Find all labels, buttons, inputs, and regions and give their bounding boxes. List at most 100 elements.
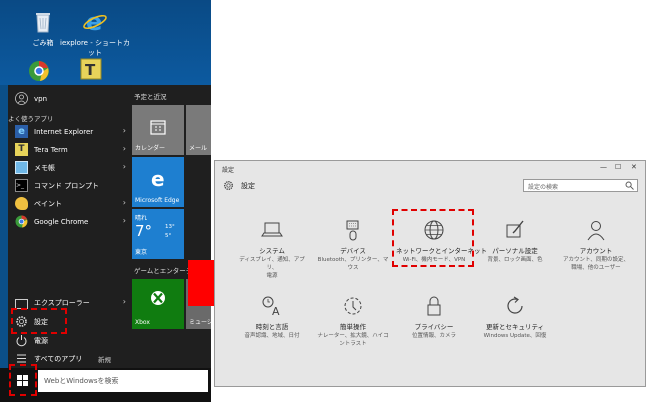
- settings-category-privacy[interactable]: プライバシー 位置情報、カメラ: [396, 295, 472, 340]
- app-label: ペイント: [34, 199, 62, 208]
- user-name: vpn: [34, 94, 48, 103]
- category-description: 背景、ロック画面、色: [477, 256, 553, 264]
- command-prompt-icon: >_: [15, 179, 28, 192]
- app-item-google-chrome[interactable]: Google Chrome ›: [8, 212, 130, 231]
- settings-category-devices[interactable]: デバイス Bluetooth、プリンター、マ ウス: [315, 219, 391, 272]
- settings-search-input[interactable]: 設定の検索: [523, 179, 638, 192]
- gear-icon: [224, 181, 233, 190]
- settings-category-update-security[interactable]: 更新とセキュリティ Windows Update、回復: [477, 295, 553, 340]
- desc-line: ナレーター、拡大鏡、ハイコ: [317, 333, 389, 339]
- category-name: プライバシー: [414, 323, 454, 331]
- minimize-icon[interactable]: —: [600, 163, 607, 171]
- category-name: 更新とセキュリティ: [485, 323, 545, 331]
- desc-line: ントラスト: [339, 341, 367, 347]
- category-description: ナレーター、拡大鏡、ハイコ ントラスト: [315, 332, 391, 348]
- edge-tile[interactable]: e Microsoft Edge: [132, 157, 184, 207]
- category-name: デバイス: [340, 247, 366, 255]
- category-description: ディスプレイ、通知、アプリ、 電源: [234, 256, 310, 280]
- category-description: Windows Update、回復: [477, 332, 553, 340]
- chevron-right-icon[interactable]: ›: [123, 144, 126, 153]
- teraterm-icon: T: [15, 143, 28, 156]
- chrome-icon: [15, 215, 28, 228]
- app-label: メモ帳: [34, 163, 55, 172]
- internet-explorer-icon: e: [15, 125, 28, 138]
- desktop-icon-iexplore-shortcut[interactable]: e iexplore - ショートカット: [58, 8, 132, 58]
- tile-label: カレンダー: [135, 145, 166, 152]
- keyboard-icon: [346, 220, 359, 241]
- desc-line: 音声認識、地域、日付: [244, 333, 300, 339]
- person-icon: [587, 221, 605, 241]
- desc-line: Bluetooth、プリンター、マ: [317, 257, 389, 263]
- app-label: Internet Explorer: [34, 127, 94, 136]
- recycle-bin-icon: [36, 13, 50, 33]
- user-account-item[interactable]: vpn: [8, 89, 130, 108]
- category-description: 位置情報、カメラ: [396, 332, 472, 340]
- settings-category-system[interactable]: システム ディスプレイ、通知、アプリ、 電源: [234, 219, 310, 280]
- teraterm-desktop-icon[interactable]: T: [80, 58, 102, 80]
- chevron-right-icon[interactable]: ›: [123, 297, 126, 306]
- desc-line: ウス: [347, 265, 359, 271]
- chrome-desktop-icon[interactable]: [28, 60, 50, 82]
- chevron-right-icon[interactable]: ›: [123, 216, 126, 225]
- desc-line: アカウント、同期の設定、: [563, 257, 629, 263]
- chevron-right-icon[interactable]: ›: [123, 162, 126, 171]
- start-button-highlight-box: [9, 364, 37, 396]
- chevron-right-icon[interactable]: ›: [123, 198, 126, 207]
- desktop-icon-label: iexplore - ショートカット: [60, 39, 130, 57]
- category-name: 簡単操作: [340, 323, 366, 331]
- weather-condition: 晴れ: [135, 215, 148, 222]
- tile-label: メール: [189, 145, 208, 152]
- tiles-group-header: 予定と近況: [134, 93, 167, 101]
- app-label: Google Chrome: [34, 217, 89, 226]
- settings-category-time-language[interactable]: A 時刻と言語 音声認識、地域、日付: [234, 295, 310, 340]
- category-description: アカウント、同期の設定、 職場、他のユーザー: [558, 256, 634, 272]
- weather-tile[interactable]: 晴れ 7° 13° 5° 東京: [132, 209, 184, 259]
- app-item-internet-explorer[interactable]: e Internet Explorer ›: [8, 122, 130, 141]
- app-item-paint[interactable]: ペイント ›: [8, 194, 130, 213]
- app-label: コマンド プロンプト: [34, 181, 100, 190]
- weather-temperature: 7°: [135, 222, 153, 240]
- category-name: パーソナル設定: [492, 247, 538, 255]
- taskbar-search-input[interactable]: WebとWindowsを検索: [38, 370, 208, 392]
- category-description: 音声認識、地域、日付: [234, 332, 310, 340]
- tile-label: Microsoft Edge: [135, 197, 180, 204]
- svg-text:A: A: [272, 305, 280, 317]
- windows-desktop: ごみ箱 e iexplore - ショートカット T vpn よく使うアプリ e…: [0, 0, 211, 402]
- refresh-icon: [507, 296, 523, 314]
- svg-text:T: T: [85, 61, 96, 79]
- settings-category-accounts[interactable]: アカウント アカウント、同期の設定、 職場、他のユーザー: [558, 219, 634, 272]
- internet-explorer-icon: e: [83, 8, 107, 36]
- all-apps-label: すべてのアプリ: [34, 354, 83, 363]
- tile-label: 東京: [135, 249, 148, 256]
- maximize-icon[interactable]: ☐: [615, 163, 621, 171]
- network-highlight-box: [392, 209, 474, 267]
- xbox-tile[interactable]: Xbox: [132, 279, 184, 329]
- app-item-command-prompt[interactable]: >_ コマンド プロンプト: [8, 176, 130, 195]
- search-icon: [625, 181, 634, 190]
- desc-line: 背景、ロック画面、色: [487, 257, 543, 263]
- calendar-icon: [150, 120, 166, 135]
- app-item-tera-term[interactable]: T Tera Term ›: [8, 140, 130, 159]
- window-title: 設定: [222, 167, 235, 174]
- tile-label: Xbox: [135, 319, 150, 326]
- settings-highlight-box: [11, 308, 67, 334]
- mail-tile[interactable]: メール: [186, 105, 211, 155]
- category-name: 時刻と言語: [255, 323, 289, 331]
- explorer-label: エクスプローラー: [34, 298, 90, 307]
- lock-icon: [427, 296, 441, 316]
- page-title: 設定: [241, 182, 255, 190]
- settings-category-ease-of-access[interactable]: 簡単操作 ナレーター、拡大鏡、ハイコ ントラスト: [315, 295, 391, 348]
- close-icon[interactable]: ✕: [631, 163, 637, 171]
- ease-of-access-icon: [344, 297, 362, 315]
- calendar-tile[interactable]: カレンダー: [132, 105, 184, 155]
- power-label: 電源: [34, 336, 48, 345]
- edge-icon: e: [151, 167, 165, 191]
- paintbrush-icon: [506, 220, 524, 238]
- chevron-right-icon[interactable]: ›: [123, 126, 126, 135]
- user-icon: [15, 92, 28, 105]
- time-language-icon: A: [262, 296, 280, 317]
- app-item-notepad[interactable]: メモ帳 ›: [8, 158, 130, 177]
- notepad-icon: [15, 161, 28, 174]
- settings-category-personalization[interactable]: パーソナル設定 背景、ロック画面、色: [477, 219, 553, 264]
- desc-line: 電源: [266, 273, 278, 279]
